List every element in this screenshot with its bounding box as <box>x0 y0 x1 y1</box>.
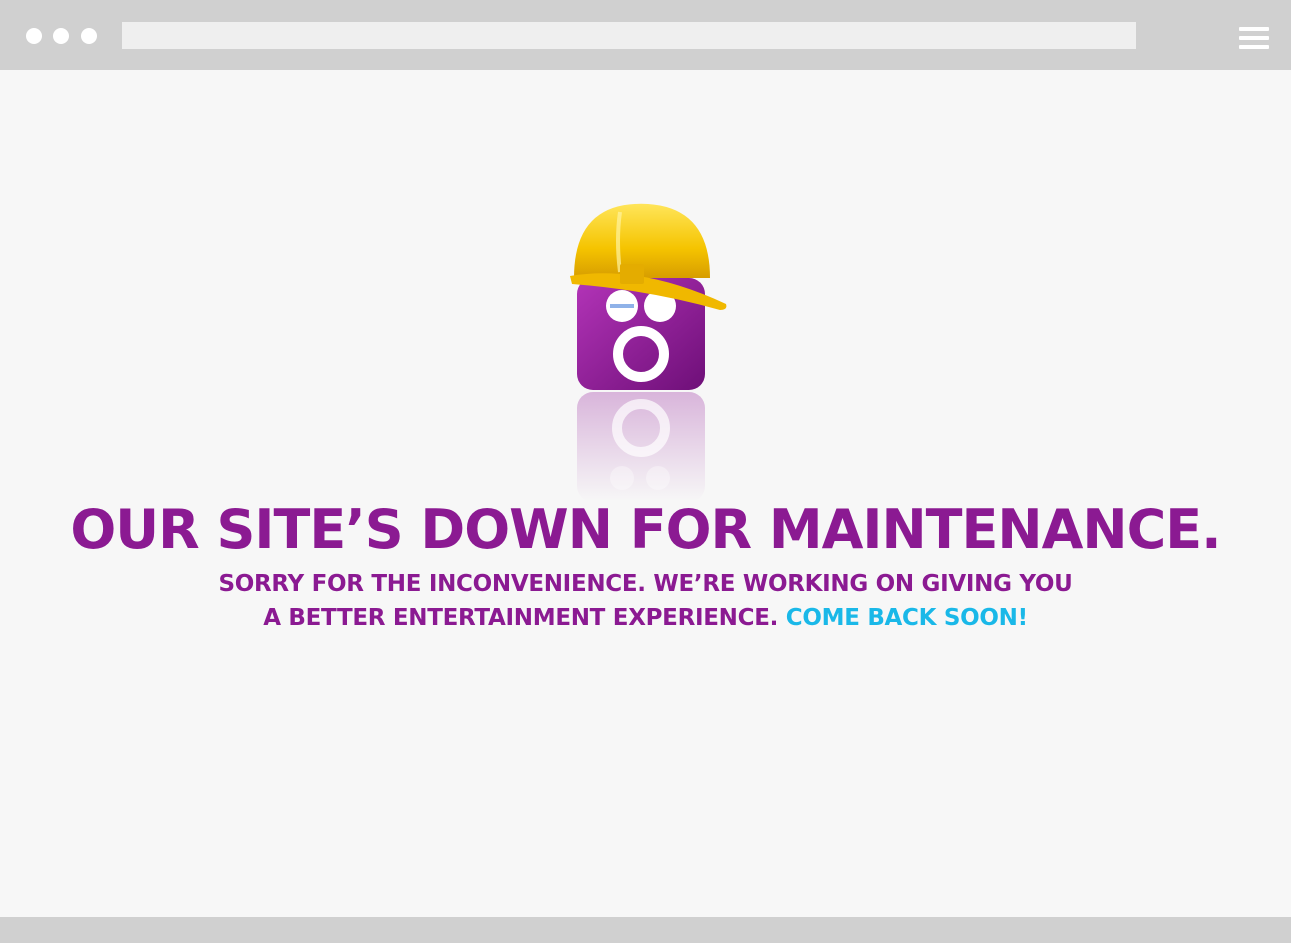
window-dot-maximize[interactable] <box>81 28 97 44</box>
maintenance-message-line-2: A BETTER ENTERTAINMENT EXPERIENCE. COME … <box>0 605 1291 631</box>
window-dot-minimize[interactable] <box>53 28 69 44</box>
hard-hat-mascot-icon <box>570 203 727 500</box>
hamburger-menu-icon[interactable] <box>1239 27 1269 49</box>
page-content: OUR SITE’S DOWN FOR MAINTENANCE. SORRY F… <box>0 70 1291 917</box>
maintenance-message-text: A BETTER ENTERTAINMENT EXPERIENCE. <box>263 605 779 631</box>
window-dot-close[interactable] <box>26 28 42 44</box>
maintenance-headline: OUR SITE’S DOWN FOR MAINTENANCE. <box>70 498 1221 561</box>
address-bar[interactable] <box>122 22 1136 49</box>
browser-footer <box>0 917 1291 943</box>
come-back-soon-text: COME BACK SOON! <box>785 605 1028 631</box>
browser-toolbar <box>0 0 1291 70</box>
maintenance-message-line-1: SORRY FOR THE INCONVENIENCE. WE’RE WORKI… <box>218 571 1073 597</box>
